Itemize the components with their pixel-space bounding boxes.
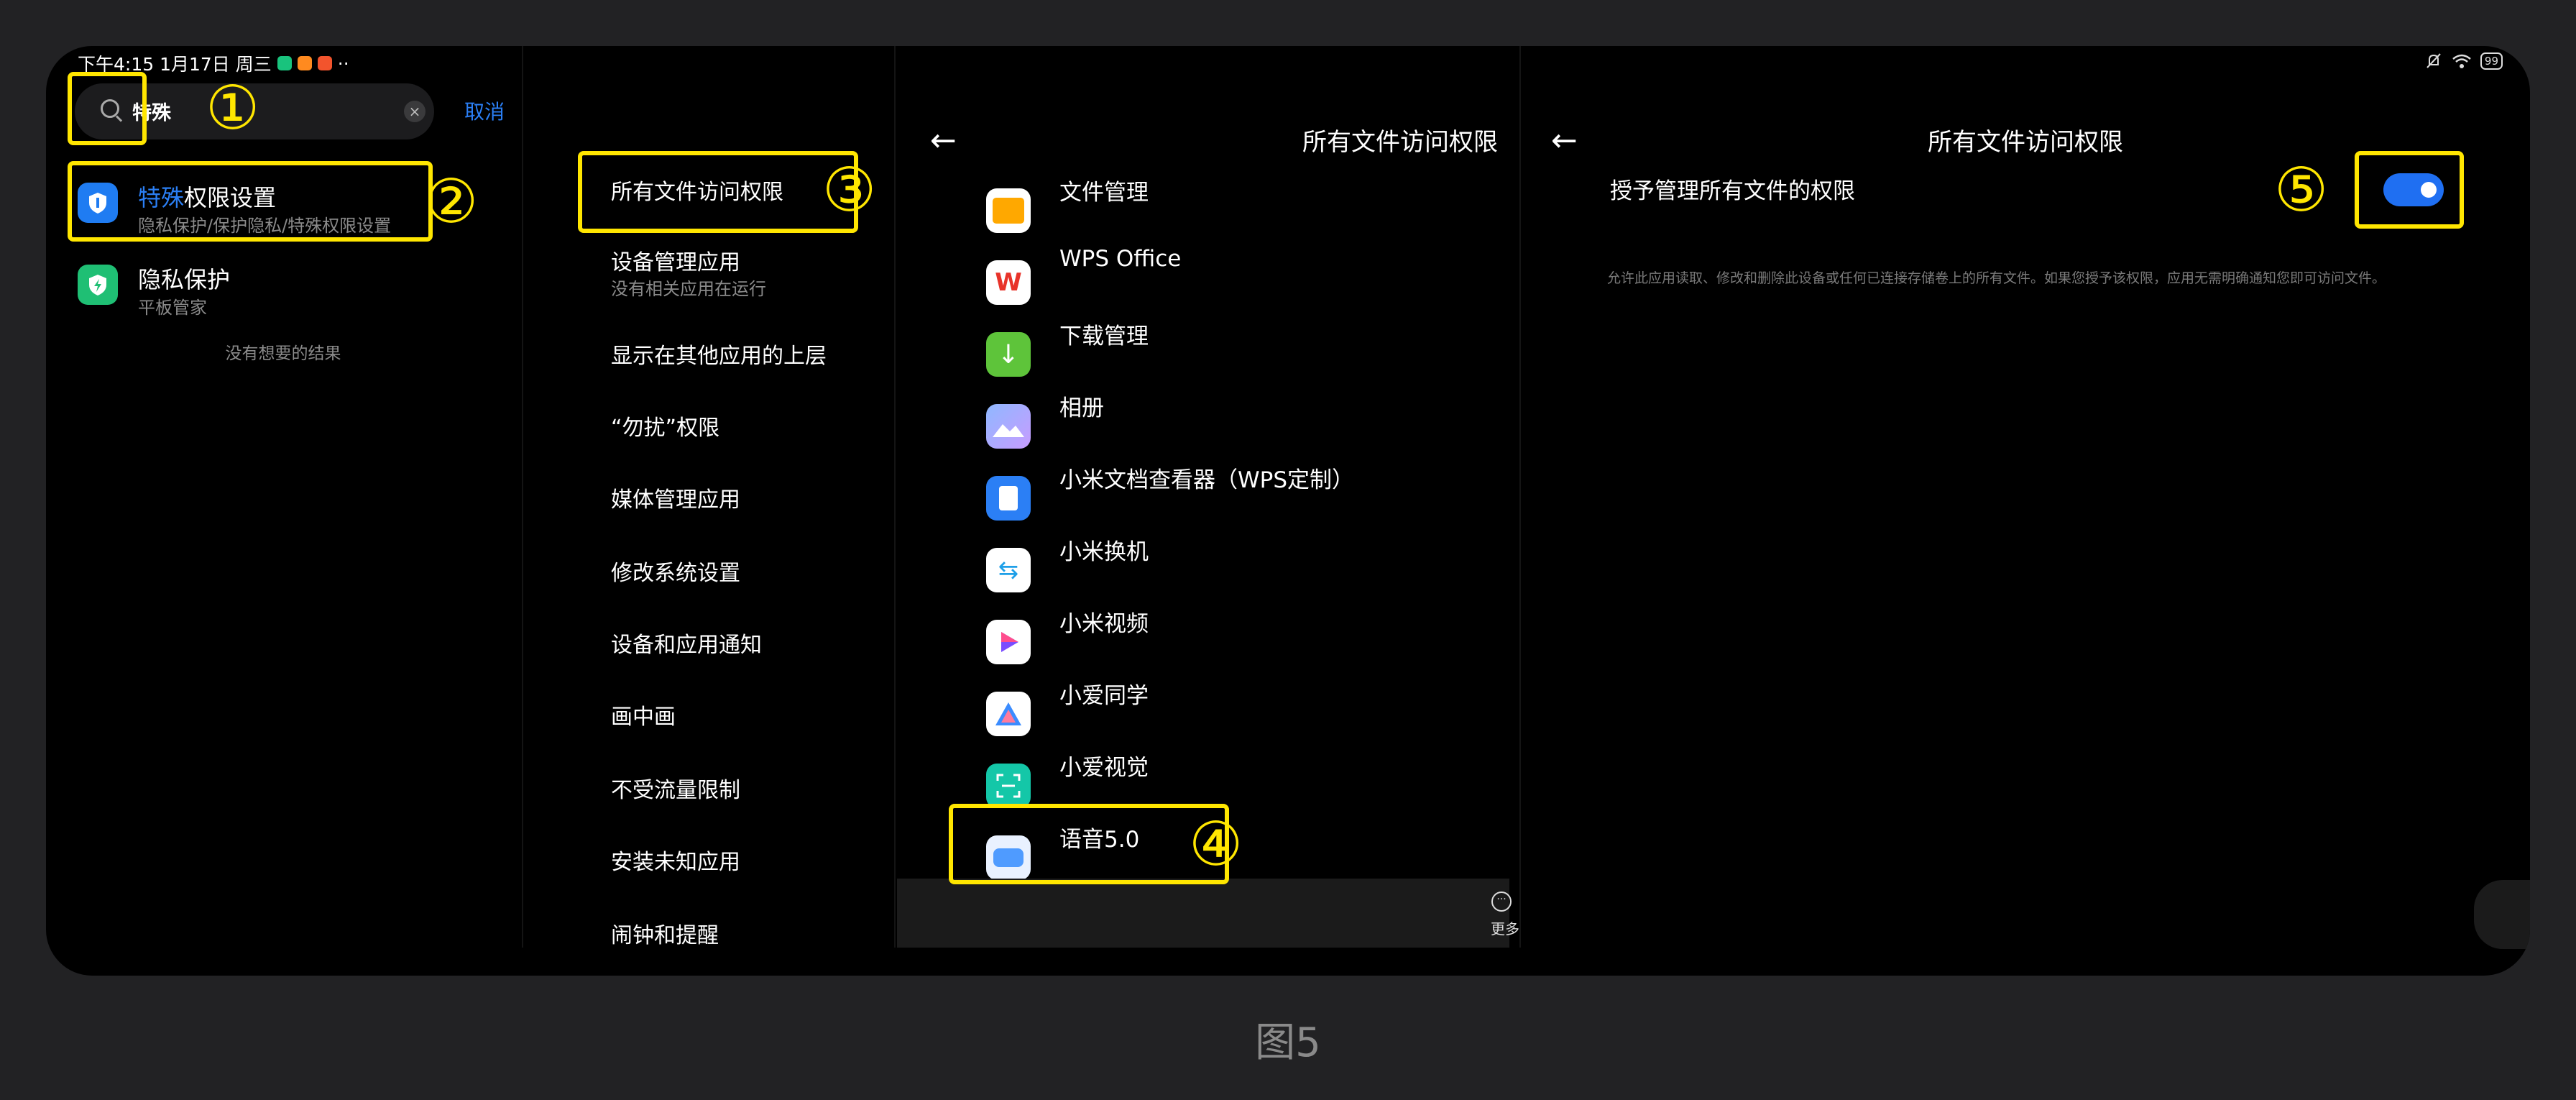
xiaoai-vision-icon: [986, 764, 1031, 808]
notification-icon: [297, 56, 312, 70]
app-item-download-manager[interactable]: 下载管理: [1059, 318, 1149, 350]
perm-item-notifications[interactable]: 设备和应用通知: [611, 627, 762, 659]
annotation-box-1: [68, 72, 147, 145]
annotation-number-5: ⑤: [2274, 155, 2329, 225]
tablet-screen: 下午4:15 1月17日 周三 ·· 99 特殊 × 取消 特殊权限设置 隐私保…: [46, 46, 2530, 976]
app-list-title: 所有文件访问权限: [1302, 128, 1498, 157]
back-arrow-icon[interactable]: ←: [1551, 125, 1578, 157]
document-viewer-icon: [986, 476, 1031, 521]
perm-item-subtitle: 没有相关应用在运行: [611, 279, 766, 299]
perm-item-install-unknown-apps[interactable]: 安装未知应用: [611, 844, 740, 876]
app-item-xiaoai-vision[interactable]: 小爱视觉: [1059, 749, 1149, 782]
result-subtitle: 平板管家: [138, 298, 207, 318]
more-notifications: ··: [337, 52, 349, 74]
app-item-mi-video[interactable]: 小米视频: [1059, 605, 1149, 638]
app-item-file-manager[interactable]: 文件管理: [1059, 174, 1149, 206]
clear-search-icon[interactable]: ×: [404, 101, 426, 122]
wifi-icon: [2452, 54, 2471, 68]
figure-caption: 图5: [1255, 1019, 1321, 1066]
app-item-wps-office[interactable]: WPS Office: [1059, 246, 1181, 272]
floating-side-handle[interactable]: [2474, 880, 2530, 949]
perm-item-alarms-reminders[interactable]: 闹钟和提醒: [611, 917, 719, 949]
annotation-box-4: [949, 804, 1229, 884]
status-icons: 99: [2424, 52, 2503, 70]
cancel-button[interactable]: 取消: [464, 96, 505, 125]
no-result-text: 没有想要的结果: [225, 344, 341, 363]
perm-item-picture-in-picture[interactable]: 画中画: [611, 699, 676, 730]
perm-item-modify-system-settings[interactable]: 修改系统设置: [611, 555, 740, 587]
perm-item-unrestricted-data[interactable]: 不受流量限制: [611, 772, 740, 804]
annotation-box-5: [2355, 151, 2464, 229]
perm-item-device-admin[interactable]: 设备管理应用: [611, 244, 740, 276]
pane-divider: [894, 46, 896, 948]
annotation-number-4: ④: [1189, 809, 1243, 879]
mi-mover-icon: ⇆: [986, 548, 1031, 592]
xiaoai-icon: [986, 692, 1031, 736]
detail-title: 所有文件访问权限: [1928, 128, 2123, 157]
notification-icon: [277, 56, 292, 70]
notification-icon: [317, 56, 332, 70]
result-title: 隐私保护: [138, 266, 231, 293]
search-result-privacy-protection[interactable]: 隐私保护 平板管家: [78, 255, 451, 326]
perm-item-media-management[interactable]: 媒体管理应用: [611, 482, 740, 513]
more-label[interactable]: 更多: [1491, 917, 1519, 938]
app-item-xiaoai[interactable]: 小爱同学: [1059, 677, 1149, 710]
back-arrow-icon[interactable]: ←: [930, 125, 957, 157]
permission-description: 允许此应用读取、修改和删除此设备或任何已连接存储卷上的所有文件。如果您授予该权限…: [1607, 270, 2386, 286]
pane-divider: [522, 46, 523, 948]
app-item-mi-mover[interactable]: 小米换机: [1059, 533, 1149, 566]
lightning-shield-icon: [78, 265, 118, 305]
more-icon[interactable]: ···: [1491, 892, 1512, 912]
mi-video-icon: [986, 620, 1031, 664]
battery-indicator: 99: [2480, 52, 2503, 70]
all-files-permission-label: 授予管理所有文件的权限: [1610, 178, 1855, 204]
pane-divider: [1519, 46, 1521, 948]
mute-bell-icon: [2426, 53, 2441, 68]
perm-item-display-over-apps[interactable]: 显示在其他应用的上层: [611, 338, 827, 370]
annotation-box-2: [68, 161, 433, 242]
gallery-icon: [986, 404, 1031, 449]
wps-office-icon: W: [986, 260, 1031, 305]
annotation-number-2: ②: [424, 166, 479, 237]
annotation-box-3: [578, 151, 858, 233]
perm-item-do-not-disturb[interactable]: “勿扰”权限: [611, 410, 719, 441]
annotation-number-1: ①: [206, 73, 260, 143]
file-manager-icon: [986, 188, 1031, 233]
app-item-gallery[interactable]: 相册: [1059, 390, 1104, 422]
bottom-toolbar: ··· 更多: [897, 879, 1519, 948]
app-item-document-viewer[interactable]: 小米文档查看器（WPS定制）: [1059, 462, 1354, 494]
annotation-number-3: ③: [822, 155, 877, 225]
download-icon: ↓: [986, 332, 1031, 377]
